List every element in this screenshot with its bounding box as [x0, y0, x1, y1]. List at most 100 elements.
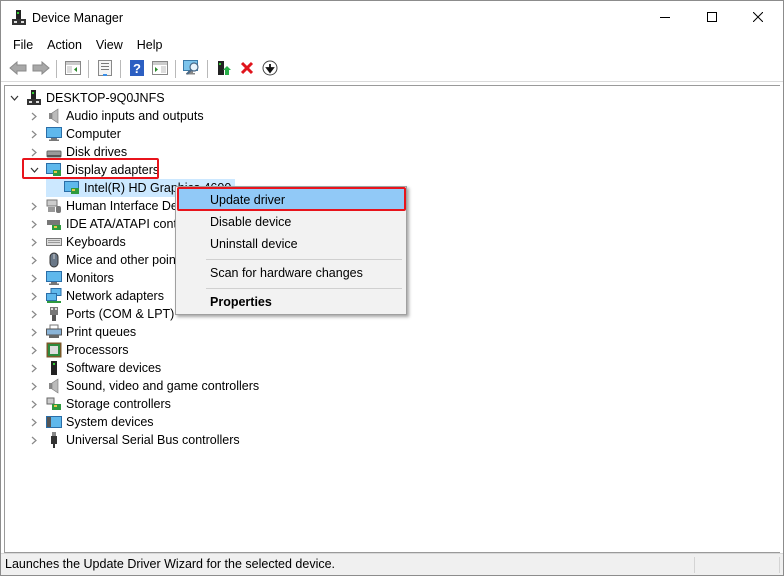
disable-device-icon [262, 60, 278, 79]
tree-item-label: Software devices [66, 361, 162, 375]
mouse-icon [46, 252, 62, 268]
help-button[interactable]: ? [125, 58, 148, 80]
status-bar-divider [694, 557, 695, 573]
chevron-right-icon[interactable] [28, 197, 40, 215]
tree-item-label: System devices [66, 415, 154, 429]
tree-item-label: DESKTOP-9Q0JNFS [46, 91, 165, 105]
chevron-right-icon[interactable] [28, 431, 40, 449]
tree-category-10[interactable]: Ports (COM & LPT) [28, 305, 174, 323]
usb-icon [46, 432, 62, 448]
back-button[interactable] [6, 58, 29, 80]
device-tree-pane: DESKTOP-9Q0JNFS Audio inputs and outputs C… [4, 85, 780, 553]
close-icon [752, 11, 764, 25]
forward-button[interactable] [29, 58, 52, 80]
ctx-disable-device[interactable]: Disable device [178, 211, 404, 233]
minimize-button[interactable] [642, 1, 688, 34]
properties-icon [97, 59, 112, 79]
update-driver-button[interactable] [212, 58, 235, 80]
status-bar-divider [779, 557, 780, 573]
keyboard-icon [46, 234, 62, 250]
uninstall-icon [240, 61, 254, 78]
tree-category-8[interactable]: Monitors [28, 269, 114, 287]
menu-view[interactable]: View [89, 35, 130, 55]
tree-category-15[interactable]: Storage controllers [28, 395, 171, 413]
chevron-right-icon[interactable] [28, 395, 40, 413]
ctx-scan-hardware[interactable]: Scan for hardware changes [178, 262, 404, 284]
maximize-button[interactable] [689, 1, 735, 34]
scan-hardware-button[interactable] [180, 58, 203, 80]
display-adapter-icon [64, 180, 80, 196]
tree-category-1[interactable]: Computer [28, 125, 121, 143]
maximize-icon [707, 11, 717, 25]
speaker-icon [46, 108, 62, 124]
minimize-icon [660, 11, 670, 25]
chevron-right-icon[interactable] [28, 323, 40, 341]
tree-category-14[interactable]: Sound, video and game controllers [28, 377, 259, 395]
tree-category-0[interactable]: Audio inputs and outputs [28, 107, 204, 125]
chevron-right-icon[interactable] [28, 251, 40, 269]
ctx-properties[interactable]: Properties [178, 291, 404, 313]
chevron-right-icon[interactable] [28, 125, 40, 143]
chevron-right-icon[interactable] [28, 215, 40, 233]
tree-item-label: Network adapters [66, 289, 164, 303]
chevron-down-icon[interactable] [8, 89, 20, 107]
chevron-right-icon[interactable] [28, 269, 40, 287]
ide-controller-icon [46, 216, 62, 232]
toolbar-separator [175, 60, 176, 78]
tree-item-label: Computer [66, 127, 121, 141]
tree-item-label: Storage controllers [66, 397, 171, 411]
printer-icon [46, 324, 62, 340]
chevron-right-icon[interactable] [28, 107, 40, 125]
monitor-icon [46, 270, 62, 286]
tree-root-computer[interactable]: DESKTOP-9Q0JNFS [8, 89, 165, 107]
system-device-icon [46, 414, 62, 430]
menu-action[interactable]: Action [40, 35, 89, 55]
properties-button[interactable] [93, 58, 116, 80]
toolbar-separator [207, 60, 208, 78]
close-button[interactable] [735, 1, 781, 34]
ctx-uninstall-device[interactable]: Uninstall device [178, 233, 404, 255]
device-manager-window: Device Manager File Action View Help ? D… [0, 0, 784, 576]
chevron-right-icon[interactable] [28, 359, 40, 377]
tree-category-17[interactable]: Universal Serial Bus controllers [28, 431, 240, 449]
status-bar: Launches the Update Driver Wizard for th… [1, 553, 783, 575]
show-hide-action-pane-icon [151, 60, 168, 78]
uninstall-device-button[interactable] [235, 58, 258, 80]
context-menu-separator [206, 288, 402, 289]
menu-help[interactable]: Help [130, 35, 170, 55]
tree-item-label: Sound, video and game controllers [66, 379, 260, 393]
chevron-right-icon[interactable] [28, 305, 40, 323]
chevron-right-icon[interactable] [28, 341, 40, 359]
svg-text:?: ? [133, 61, 141, 76]
show-hide-action-pane-button[interactable] [148, 58, 171, 80]
forward-arrow-icon [32, 60, 50, 78]
window-title: Device Manager [32, 11, 124, 25]
menu-file[interactable]: File [6, 35, 40, 55]
tree-category-6[interactable]: Keyboards [28, 233, 126, 251]
software-device-icon [46, 360, 62, 376]
computer-root-icon [26, 90, 42, 106]
update-driver-icon [216, 60, 232, 79]
network-adapter-icon [46, 288, 62, 304]
chevron-right-icon[interactable] [28, 233, 40, 251]
toolbar-separator [88, 60, 89, 78]
tree-item-label: Audio inputs and outputs [66, 109, 204, 123]
port-icon [46, 306, 62, 322]
back-arrow-icon [8, 60, 27, 78]
tree-category-12[interactable]: Processors [28, 341, 129, 359]
context-menu-separator [206, 259, 402, 260]
show-hide-console-tree-button[interactable] [61, 58, 84, 80]
chevron-right-icon[interactable] [28, 413, 40, 431]
tree-category-16[interactable]: System devices [28, 413, 154, 431]
tree-category-9[interactable]: Network adapters [28, 287, 164, 305]
disable-device-button[interactable] [258, 58, 281, 80]
show-hide-console-tree-icon [64, 60, 81, 78]
storage-controller-icon [46, 396, 62, 412]
tree-category-11[interactable]: Print queues [28, 323, 136, 341]
tree-category-13[interactable]: Software devices [28, 359, 161, 377]
chevron-right-icon[interactable] [28, 377, 40, 395]
tree-item-label: Print queues [66, 325, 137, 339]
help-icon: ? [129, 59, 144, 79]
chevron-right-icon[interactable] [28, 287, 40, 305]
